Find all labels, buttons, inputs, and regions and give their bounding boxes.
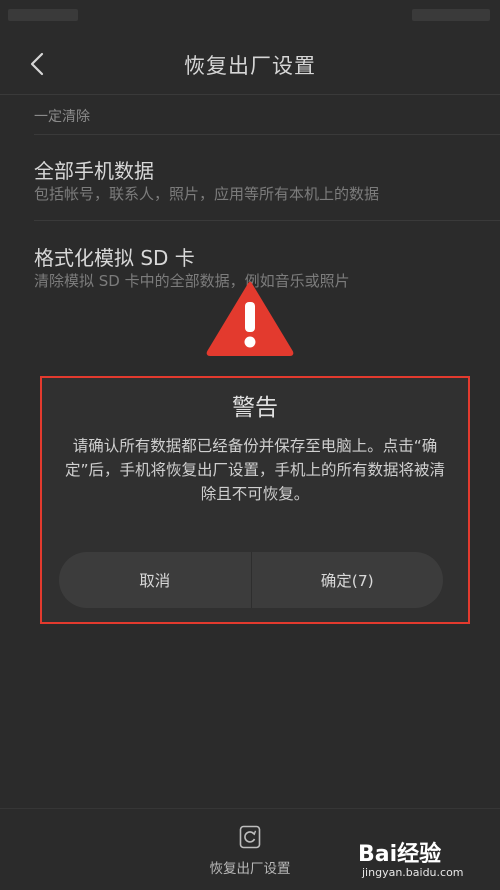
status-icons-blurred [412, 9, 490, 21]
dialog-message: 请确认所有数据都已经备份并保存至电脑上。点击“确定”后，手机将恢复出厂设置，手机… [64, 437, 446, 503]
option-title: 全部手机数据 [34, 159, 154, 183]
divider [34, 220, 500, 221]
option-desc: 包括帐号，联系人，照片，应用等所有本机上的数据 [34, 185, 380, 203]
watermark-logo: Bai经验 [358, 836, 441, 868]
option-title: 格式化模拟 SD 卡 [34, 246, 195, 270]
page-title: 恢复出厂设置 [184, 54, 316, 78]
dialog-title: 警告 [232, 395, 278, 421]
header: 恢复出厂设置 [0, 34, 500, 94]
option-desc: 清除模拟 SD 卡中的全部数据，例如音乐或照片 [34, 272, 350, 290]
dialog-button-group: 取消 确定(7) [59, 552, 443, 608]
reset-icon [239, 825, 261, 849]
watermark-site: jingyan.baidu.com [362, 866, 464, 879]
watermark-logo-text: Bai经验 [358, 842, 442, 867]
header-divider [0, 94, 500, 95]
baidu-jingyan-watermark: Bai经验 jingyan.baidu.com [358, 836, 494, 882]
warning-dialog: 警告 请确认所有数据都已经备份并保存至电脑上。点击“确定”后，手机将恢复出厂设置… [40, 376, 470, 624]
status-time-blurred [8, 9, 78, 21]
section-label: 一定清除 [34, 109, 90, 125]
confirm-button[interactable]: 确定(7) [252, 552, 444, 608]
divider [34, 134, 500, 135]
warning-triangle-icon [206, 282, 294, 356]
cancel-button[interactable]: 取消 [59, 552, 251, 608]
status-bar [0, 0, 500, 34]
